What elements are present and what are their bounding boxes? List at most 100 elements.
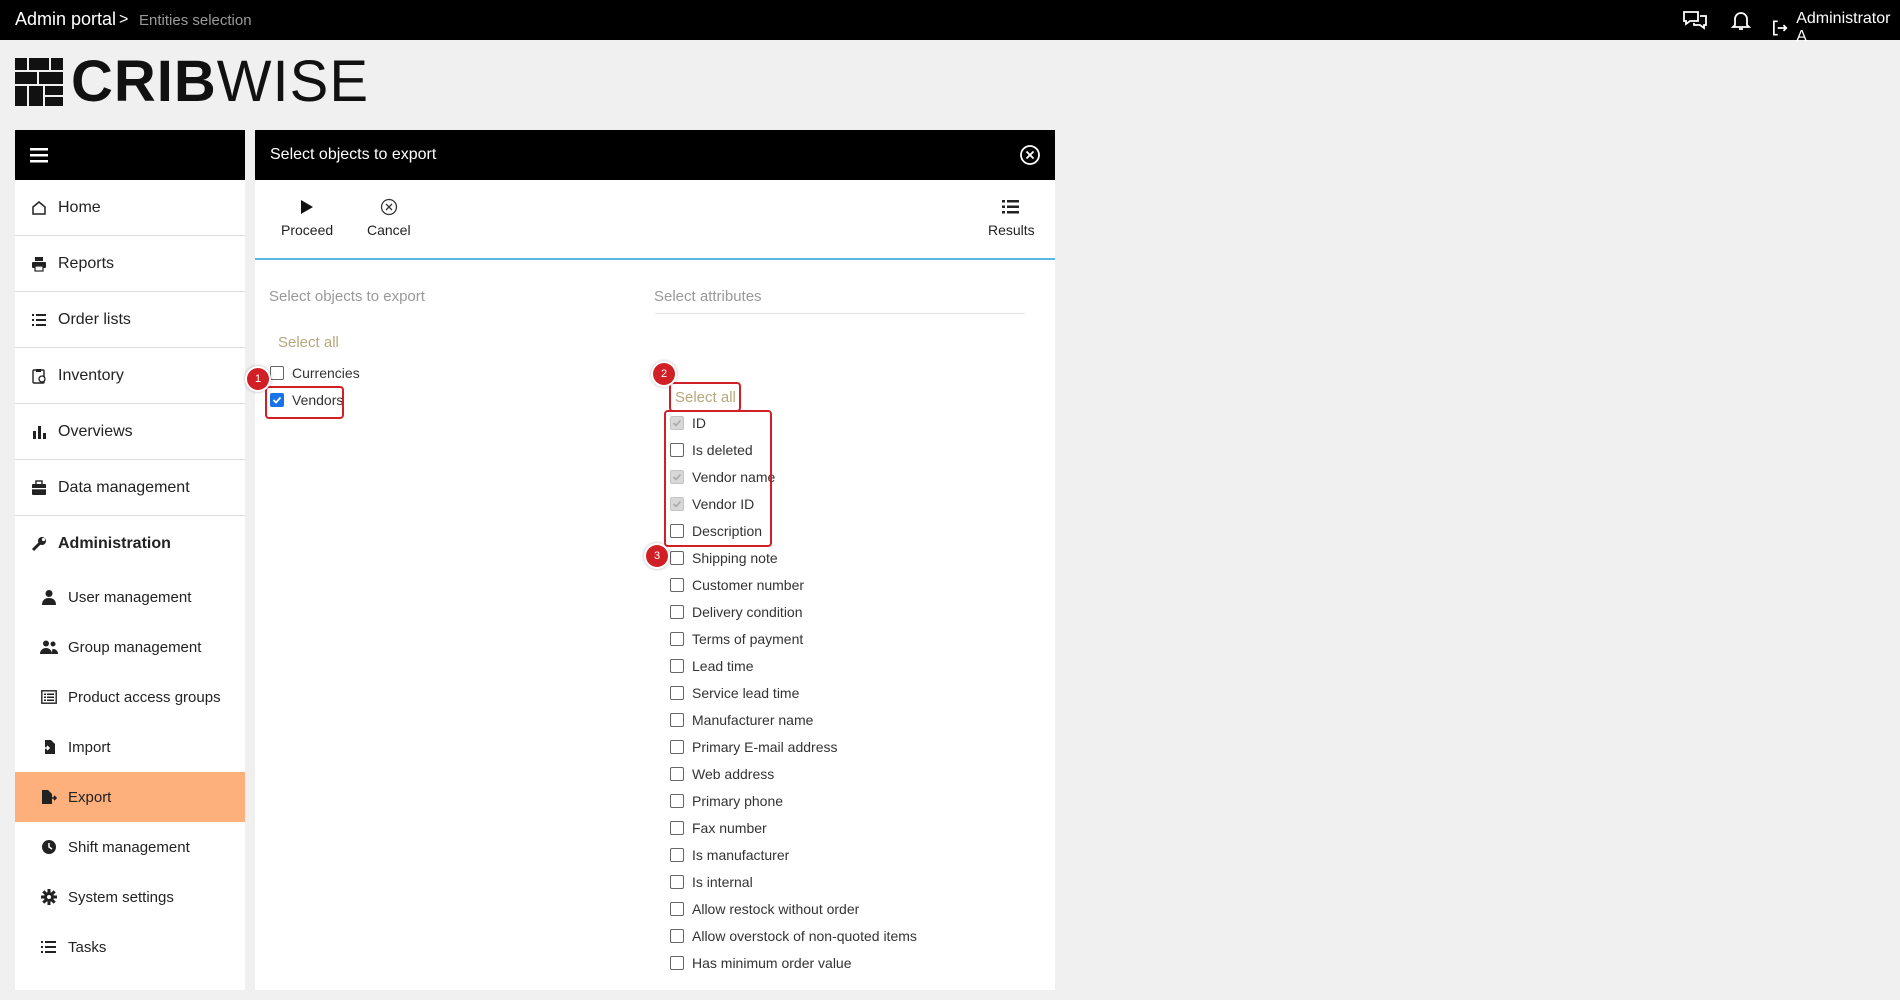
results-button[interactable]: Results (988, 196, 1035, 238)
sidebar-item-label: Data management (58, 478, 190, 496)
tasks-icon (40, 938, 58, 956)
sidebar-item-order-lists[interactable]: Order lists (15, 292, 245, 348)
attribute-row[interactable]: Terms of payment (670, 631, 803, 647)
sidebar: Home Reports Order lists Inventory Overv… (15, 130, 245, 990)
attribute-checkbox[interactable] (670, 821, 684, 835)
attribute-row[interactable]: Allow restock without order (670, 901, 859, 917)
sidebar-item-label: Tasks (68, 938, 107, 956)
sidebar-item-reports[interactable]: Reports (15, 236, 245, 292)
attribute-checkbox[interactable] (670, 740, 684, 754)
close-icon[interactable] (1019, 144, 1041, 166)
sidebar-item-label: Shift management (68, 838, 190, 856)
cancel-button[interactable]: Cancel (367, 196, 411, 238)
hamburger-icon (30, 148, 48, 163)
attribute-row[interactable]: Web address (670, 766, 774, 782)
attribute-row[interactable]: Service lead time (670, 685, 799, 701)
attribute-row[interactable]: Primary E-mail address (670, 739, 837, 755)
annotation-badge-3: 3 (646, 545, 668, 567)
attributes-divider (655, 313, 1025, 314)
sidebar-item-data-management[interactable]: Data management (15, 460, 245, 516)
attribute-row[interactable]: Is manufacturer (670, 847, 789, 863)
sidebar-item-administration[interactable]: Administration (15, 516, 245, 572)
attribute-row[interactable]: Lead time (670, 658, 753, 674)
attribute-label: Primary E-mail address (692, 739, 838, 755)
attribute-label: Customer number (692, 577, 805, 593)
sidebar-item-export[interactable]: Export (15, 772, 245, 822)
bar-chart-icon (30, 423, 48, 441)
attribute-row[interactable]: Shipping note (670, 550, 778, 566)
attribute-checkbox[interactable] (670, 848, 684, 862)
sidebar-item-label: Overviews (58, 422, 133, 440)
attribute-checkbox[interactable] (670, 794, 684, 808)
bell-icon[interactable] (1729, 8, 1755, 32)
sidebar-item-label: Group management (68, 638, 202, 656)
attribute-checkbox[interactable] (670, 578, 684, 592)
panel-toolbar: Proceed Cancel Results (255, 180, 1055, 260)
cribwise-logo: CRIBWISE (15, 53, 369, 111)
attribute-checkbox[interactable] (670, 929, 684, 943)
sidebar-item-tasks[interactable]: Tasks (15, 922, 245, 972)
sidebar-item-overviews[interactable]: Overviews (15, 404, 245, 460)
annotation-highlight-vendors (265, 386, 344, 419)
proceed-button[interactable]: Proceed (281, 196, 333, 238)
chat-icon[interactable] (1681, 8, 1707, 32)
attribute-row[interactable]: Allow overstock of non-quoted items (670, 928, 917, 944)
attribute-row[interactable]: Fax number (670, 820, 767, 836)
attribute-row[interactable]: Manufacturer name (670, 712, 813, 728)
sidebar-item-system-settings[interactable]: System settings (15, 872, 245, 922)
sidebar-item-product-access-groups[interactable]: Product access groups (15, 672, 245, 722)
sidebar-item-inventory[interactable]: Inventory (15, 348, 245, 404)
sidebar-item-import[interactable]: Import (15, 722, 245, 772)
user-name: Administrator A (1796, 10, 1891, 45)
attribute-checkbox[interactable] (670, 632, 684, 646)
attribute-checkbox[interactable] (670, 767, 684, 781)
logo-text-light: WISE (216, 49, 370, 114)
attribute-checkbox[interactable] (670, 605, 684, 619)
proceed-label: Proceed (281, 222, 334, 238)
attributes-section-title: Select attributes (654, 288, 762, 305)
attribute-row[interactable]: Primary phone (670, 793, 783, 809)
attribute-row[interactable]: Delivery condition (670, 604, 803, 620)
attribute-checkbox[interactable] (670, 956, 684, 970)
sidebar-item-user-management[interactable]: User management (15, 572, 245, 622)
currencies-checkbox[interactable] (270, 366, 284, 380)
cancel-label: Cancel (367, 222, 411, 238)
attribute-checkbox[interactable] (670, 875, 684, 889)
annotation-highlight-select-all (669, 382, 741, 412)
attribute-label: Is manufacturer (692, 847, 790, 863)
attribute-label: Has minimum order value (692, 955, 852, 971)
attribute-checkbox[interactable] (670, 551, 684, 565)
play-icon (300, 196, 314, 218)
results-list-icon (1002, 196, 1020, 218)
attribute-checkbox[interactable] (670, 902, 684, 916)
sidebar-item-label: Reports (58, 254, 115, 272)
sidebar-item-shift-management[interactable]: Shift management (15, 822, 245, 872)
attribute-row[interactable]: Has minimum order value (670, 955, 852, 971)
object-label: Currencies (292, 365, 360, 381)
attribute-label: Lead time (692, 658, 754, 674)
breadcrumb-admin-portal[interactable]: Admin portal (15, 9, 116, 30)
attribute-row[interactable]: Customer number (670, 577, 804, 593)
attribute-label: Shipping note (692, 550, 778, 566)
attribute-checkbox[interactable] (670, 713, 684, 727)
sidebar-menu-toggle[interactable] (15, 130, 245, 180)
attribute-checkbox[interactable] (670, 659, 684, 673)
sidebar-item-group-management[interactable]: Group management (15, 622, 245, 672)
attribute-label: Delivery condition (692, 604, 803, 620)
sidebar-item-home[interactable]: Home (15, 180, 245, 236)
printer-icon (30, 255, 48, 273)
attribute-checkbox[interactable] (670, 686, 684, 700)
cancel-circle-icon (380, 196, 398, 218)
sidebar-item-label: Product access groups (68, 688, 221, 706)
logo-mark-icon (15, 58, 63, 106)
user-icon (40, 588, 58, 606)
briefcase-icon (30, 479, 48, 497)
object-currencies[interactable]: Currencies (270, 365, 360, 381)
logout-icon (1773, 20, 1788, 36)
users-icon (40, 638, 58, 656)
attribute-row[interactable]: Is internal (670, 874, 753, 890)
sidebar-item-label: Import (68, 738, 111, 756)
user-menu[interactable]: Administrator A (1771, 10, 1900, 46)
objects-select-all-link[interactable]: Select all (278, 334, 339, 351)
annotation-badge-2: 2 (653, 363, 675, 385)
